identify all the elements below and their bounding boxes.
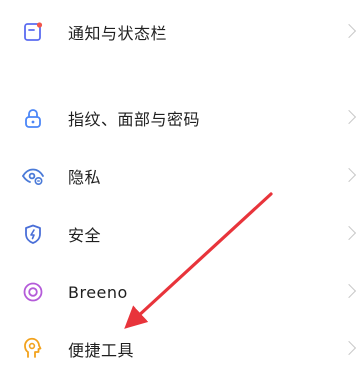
settings-item-notifications[interactable]: 通知与状态栏 <box>0 9 361 55</box>
chevron-right-icon <box>341 167 357 183</box>
shield-icon <box>19 220 47 248</box>
settings-item-label: 隐私 <box>68 168 102 187</box>
settings-item-security[interactable]: 安全 <box>0 211 361 257</box>
settings-item-fingerprint-face-password[interactable]: 指纹、面部与密码 <box>0 95 361 141</box>
settings-item-convenience-tools[interactable]: 便捷工具 <box>0 326 361 372</box>
settings-item-label: 安全 <box>68 226 102 245</box>
settings-item-label: 通知与状态栏 <box>68 24 168 43</box>
settings-item-breeno[interactable]: Breeno <box>0 269 361 315</box>
settings-item-privacy[interactable]: 隐私 <box>0 153 361 199</box>
settings-item-label: 便捷工具 <box>68 341 135 360</box>
lock-icon <box>19 104 47 132</box>
convenience-tools-icon <box>19 335 47 363</box>
chevron-right-icon <box>341 109 357 125</box>
chevron-right-icon <box>341 225 357 241</box>
settings-item-label: Breeno <box>68 282 128 302</box>
notification-statusbar-icon <box>19 18 47 46</box>
privacy-eye-icon <box>19 162 47 190</box>
settings-item-label: 指纹、面部与密码 <box>68 110 201 129</box>
chevron-right-icon <box>341 340 357 356</box>
breeno-icon <box>19 278 47 306</box>
chevron-right-icon <box>341 283 357 299</box>
chevron-right-icon <box>341 23 357 39</box>
